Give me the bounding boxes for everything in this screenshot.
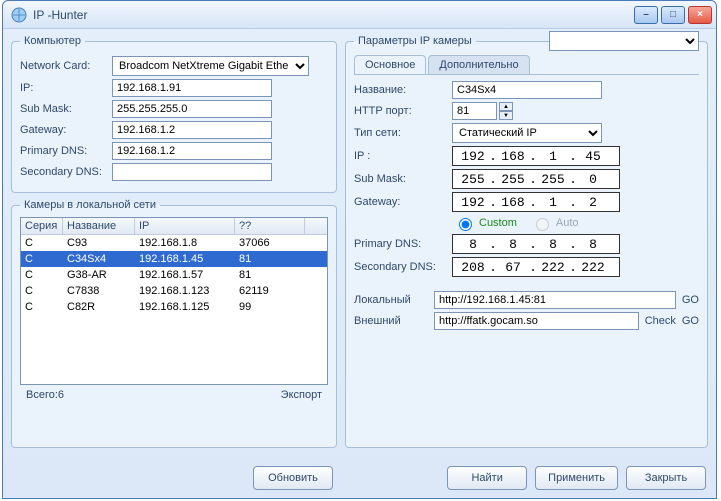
camera-name-input[interactable] (452, 81, 602, 99)
check-link[interactable]: Check (645, 315, 676, 327)
netcard-label: Network Card: (20, 60, 112, 72)
total-count: Всего:6 (26, 389, 64, 401)
window-title: IP -Hunter (33, 8, 634, 22)
http-port-input[interactable] (452, 102, 497, 120)
computer-mask-input[interactable] (112, 100, 272, 118)
tab-advanced[interactable]: Дополнительно (428, 55, 529, 74)
local-go-link[interactable]: GO (682, 294, 699, 306)
cam-gw-label: Gateway: (354, 196, 452, 208)
camera-params-group: Параметры IP камеры Основное Дополнитель… (345, 35, 708, 448)
cam-mask-label: Sub Mask: (354, 173, 452, 185)
auto-radio[interactable]: Auto (531, 215, 579, 231)
app-icon (11, 7, 27, 23)
name-label: Название: (354, 84, 452, 96)
col-series[interactable]: Серия (21, 218, 63, 234)
table-row[interactable]: CC82R192.168.1.12599 (21, 299, 327, 315)
tab-main[interactable]: Основное (354, 55, 426, 74)
computer-gateway-input[interactable] (112, 121, 272, 139)
lan-legend: Камеры в локальной сети (20, 199, 160, 211)
network-card-select[interactable]: Broadcom NetXtreme Gigabit Ethe (112, 56, 309, 76)
apply-button[interactable]: Применить (535, 466, 618, 490)
maximize-button[interactable]: □ (661, 6, 685, 24)
computer-sdns-input[interactable] (112, 163, 272, 181)
custom-radio[interactable]: Custom (454, 215, 517, 231)
camera-table: Серия Название IP ?? CC93192.168.1.83706… (20, 217, 328, 385)
computer-pdns-input[interactable] (112, 142, 272, 160)
find-button[interactable]: Найти (447, 466, 527, 490)
table-row[interactable]: CC93192.168.1.837066 (21, 235, 327, 251)
cam-pdns-label: Primary DNS: (354, 238, 452, 250)
cam-ip-label: IP : (354, 150, 452, 162)
refresh-button[interactable]: Обновить (253, 466, 333, 490)
spin-down-icon[interactable]: ▼ (499, 111, 513, 120)
camera-sdns-input[interactable]: 208.67.222.222 (452, 257, 620, 277)
cam-sdns-label: Secondary DNS: (354, 261, 452, 273)
camera-pdns-input[interactable]: 8.8.8.8 (452, 234, 620, 254)
external-go-link[interactable]: GO (682, 315, 699, 327)
nettype-label: Тип сети: (354, 127, 452, 139)
col-ip[interactable]: IP (135, 218, 235, 234)
pdns-label: Primary DNS: (20, 145, 112, 157)
sdns-label: Secondary DNS: (20, 166, 112, 178)
port-label: HTTP порт: (354, 105, 452, 117)
close-button[interactable]: × (688, 6, 712, 24)
export-link[interactable]: Экспорт (281, 389, 322, 401)
titlebar: IP -Hunter – □ × (3, 1, 716, 29)
computer-group: Компьютер Network Card: Broadcom NetXtre… (11, 35, 337, 193)
camera-gateway-input[interactable]: 192.168.1.2 (452, 192, 620, 212)
local-url-input[interactable] (434, 291, 676, 309)
camera-mask-input[interactable]: 255.255.255.0 (452, 169, 620, 189)
camera-select[interactable] (549, 31, 699, 51)
lan-cameras-group: Камеры в локальной сети Серия Название I… (11, 199, 337, 448)
computer-legend: Компьютер (20, 35, 85, 47)
mask-label: Sub Mask: (20, 103, 112, 115)
external-url-label: Внешний (354, 315, 428, 327)
camera-ip-input[interactable]: 192.168.1.45 (452, 146, 620, 166)
ip-label: IP: (20, 82, 112, 94)
gw-label: Gateway: (20, 124, 112, 136)
port-spinner[interactable]: ▲▼ (499, 102, 513, 120)
local-url-label: Локальный (354, 294, 428, 306)
external-url-input[interactable] (434, 312, 639, 330)
close-window-button[interactable]: Закрыть (626, 466, 706, 490)
spin-up-icon[interactable]: ▲ (499, 102, 513, 111)
table-row[interactable]: CC34Sx4192.168.1.4581 (21, 251, 327, 267)
table-row[interactable]: CC7838192.168.1.12362119 (21, 283, 327, 299)
table-row[interactable]: CG38-AR192.168.1.5781 (21, 267, 327, 283)
network-type-select[interactable]: Статический IP (452, 123, 602, 143)
col-name[interactable]: Название (63, 218, 135, 234)
col-port[interactable]: ?? (235, 218, 305, 234)
minimize-button[interactable]: – (634, 6, 658, 24)
params-legend: Параметры IP камеры (354, 35, 476, 47)
computer-ip-input[interactable] (112, 79, 272, 97)
